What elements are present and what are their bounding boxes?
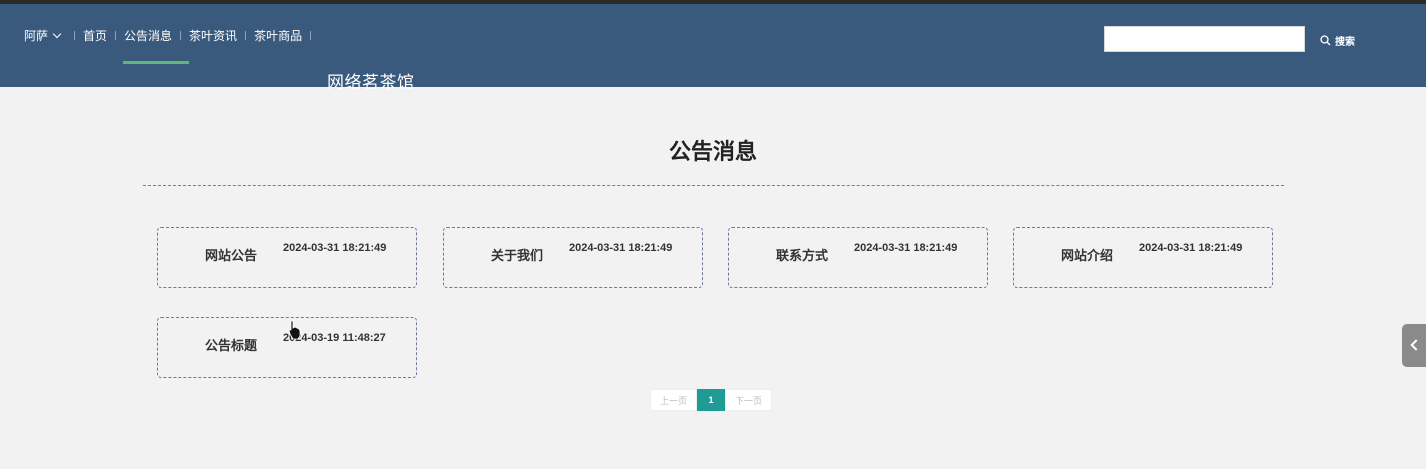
search-icon <box>1320 35 1331 46</box>
pager-prev-button[interactable]: 上一页 <box>650 389 698 411</box>
nav-separator <box>74 31 76 40</box>
search-button[interactable]: 搜索 <box>1320 33 1355 48</box>
announcement-card[interactable]: 联系方式 2024-03-31 18:21:49 <box>728 227 988 288</box>
user-menu[interactable]: 阿萨 <box>24 27 62 44</box>
search-button-label: 搜索 <box>1335 37 1355 48</box>
active-nav-indicator <box>123 61 189 64</box>
announcement-date: 2024-03-31 18:21:49 <box>854 242 958 254</box>
site-brand: 网络茗茶馆 <box>327 73 415 92</box>
hand-cursor-icon <box>288 320 301 340</box>
announcement-date: 2024-03-31 18:21:49 <box>283 242 387 254</box>
pager-current-page[interactable]: 1 <box>697 389 726 411</box>
nav-item-home[interactable]: 首页 <box>83 27 107 44</box>
announcement-card[interactable]: 网站介绍 2024-03-31 18:21:49 <box>1013 227 1273 288</box>
top-nav: 阿萨 首页 公告消息 茶叶资讯 茶叶商品 <box>24 27 319 44</box>
nav-item-announcements[interactable]: 公告消息 <box>124 27 172 44</box>
announcement-title: 网站介绍 <box>1061 248 1114 263</box>
pagination: 上一页 1 下一页 <box>650 389 773 411</box>
announcement-date: 2024-03-31 18:21:49 <box>1139 242 1243 254</box>
page-title: 公告消息 <box>668 139 757 164</box>
chevron-down-icon <box>52 29 62 39</box>
nav-separator <box>310 31 312 40</box>
nav-separator <box>180 31 182 40</box>
nav-separator <box>245 31 247 40</box>
announcement-title: 网站公告 <box>205 248 258 263</box>
announcement-title: 公告标题 <box>205 338 258 353</box>
announcement-card[interactable]: 网站公告 2024-03-31 18:21:49 <box>157 227 417 288</box>
announcement-card[interactable]: 公告标题 2024-03-19 11:48:27 <box>157 317 417 378</box>
announcement-title: 关于我们 <box>491 248 544 263</box>
user-name: 阿萨 <box>24 29 49 43</box>
nav-separator <box>115 31 117 40</box>
title-divider <box>143 185 1284 186</box>
nav-item-tea-news[interactable]: 茶叶资讯 <box>189 27 237 44</box>
announcement-card[interactable]: 关于我们 2024-03-31 18:21:49 <box>443 227 703 288</box>
announcement-date: 2024-03-31 18:21:49 <box>569 242 673 254</box>
search-input[interactable] <box>1104 26 1305 52</box>
chevron-left-icon <box>1410 339 1422 351</box>
side-drawer-toggle[interactable] <box>1402 324 1426 367</box>
nav-item-tea-products[interactable]: 茶叶商品 <box>254 27 302 44</box>
header-bar: 阿萨 首页 公告消息 茶叶资讯 茶叶商品 网络茗茶馆 搜索 <box>0 4 1426 92</box>
pager-next-button[interactable]: 下一页 <box>725 389 773 411</box>
announcement-title: 联系方式 <box>776 248 829 263</box>
